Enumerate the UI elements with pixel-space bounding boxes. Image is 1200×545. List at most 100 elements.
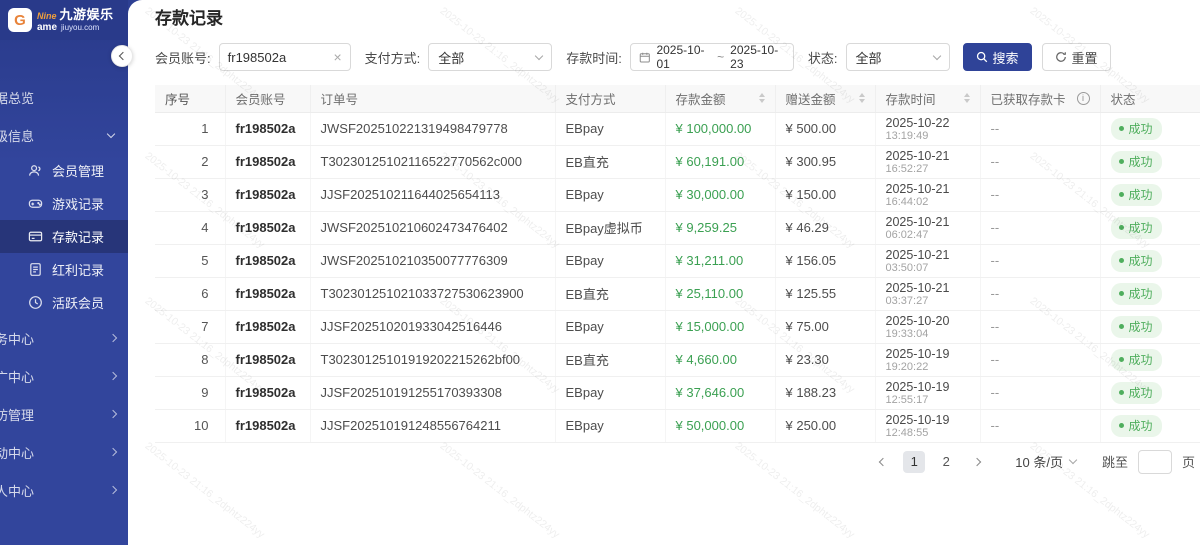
status-badge: 成功 [1111,151,1162,173]
info-icon[interactable]: i [1077,92,1090,105]
table-row: 3fr198502aJJSF202510211644025654113EBpay… [155,178,1200,211]
cell-deposit-card: -- [980,277,1100,310]
cell-index: 2 [155,145,225,178]
cell-bonus-amount: ¥ 500.00 [775,112,875,145]
sidebar-item-active-members[interactable]: 活跃会员 [0,286,128,319]
cell-deposit-card: -- [980,145,1100,178]
sidebar-item-venue-management[interactable]: 坊管理 [0,395,128,433]
payment-method-value: 全部 [438,48,464,67]
cell-deposit-time: 2025-10-1919:20:22 [875,343,980,376]
cell-status: 成功 [1100,211,1200,244]
chevron-down-icon [932,51,940,59]
cell-payment-method: EB直充 [555,277,665,310]
sidebar: G Nine 九游娱乐 ame jiuyou.com 据总览 级信息 [0,0,128,545]
sidebar-item-label: 务中心 [0,329,34,348]
sort-icon[interactable] [759,93,765,103]
sidebar-item-member-management[interactable]: 会员管理 [0,154,128,187]
deposit-time-range-picker[interactable]: 2025-10-01 ~ 2025-10-23 [630,43,794,71]
reset-button[interactable]: 重置 [1042,43,1111,71]
sidebar-item-promotion-center[interactable]: 广中心 [0,357,128,395]
sidebar-item-label: 据总览 [0,88,34,107]
cell-index: 1 [155,112,225,145]
gamepad-icon [28,196,43,211]
jump-page-input[interactable] [1138,450,1172,474]
page-number-1[interactable]: 1 [903,451,925,473]
table-row: 8fr198502aT30230125101919202215262bf00EB… [155,343,1200,376]
payment-filter-label: 支付方式: [365,48,421,67]
column-header: 已获取存款卡i [980,85,1100,112]
next-page-button[interactable] [967,451,989,473]
cell-deposit-amount: ¥ 60,191.00 [665,145,775,178]
column-header[interactable]: 存款金额 [665,85,775,112]
column-header-label: 订单号 [321,89,359,108]
sort-icon[interactable] [964,93,970,103]
app-logo: G Nine 九游娱乐 ame jiuyou.com [0,0,128,40]
column-header[interactable]: 存款时间 [875,85,980,112]
sidebar-item-data-overview[interactable]: 据总览 [0,78,128,116]
cell-bonus-amount: ¥ 156.05 [775,244,875,277]
chevron-down-icon [107,129,115,137]
cell-index: 10 [155,409,225,442]
cell-status: 成功 [1100,409,1200,442]
sort-icon[interactable] [859,93,865,103]
cell-payment-method: EBpay [555,409,665,442]
date-range-end: 2025-10-23 [730,43,785,71]
chevron-left-icon [879,457,887,465]
column-header-label: 赠送金额 [786,89,836,108]
sidebar-item-deposit-records[interactable]: 存款记录 [0,220,128,253]
sidebar-nav: 据总览 级信息 会员管理 游戏记录 存款记录 红利记录 [0,40,128,509]
column-header-label: 序号 [165,89,190,108]
cell-deposit-amount: ¥ 37,646.00 [665,376,775,409]
status-badge: 成功 [1111,250,1162,272]
sidebar-item-bonus-records[interactable]: 红利记录 [0,253,128,286]
sidebar-item-label: 人中心 [0,481,34,500]
cell-payment-method: EB直充 [555,145,665,178]
time-filter-label: 存款时间: [566,48,622,67]
cell-account: fr198502a [225,277,310,310]
cell-payment-method: EBpay [555,178,665,211]
status-badge: 成功 [1111,118,1162,140]
sidebar-collapse-button[interactable] [111,45,133,67]
cell-account: fr198502a [225,376,310,409]
status-select[interactable]: 全部 [846,43,950,71]
logo-wordmark: Nine 九游娱乐 ame jiuyou.com [37,8,114,33]
cell-payment-method: EBpay [555,376,665,409]
table-row: 5fr198502aJWSF202510210350077776309EBpay… [155,244,1200,277]
cell-order-number: JWSF202510210350077776309 [310,244,555,277]
cell-bonus-amount: ¥ 46.29 [775,211,875,244]
sidebar-item-personal-center[interactable]: 人中心 [0,471,128,509]
cell-order-number: JJSF202510201933042516446 [310,310,555,343]
sidebar-item-finance-center[interactable]: 务中心 [0,319,128,357]
sidebar-item-label: 会员管理 [52,161,104,180]
clear-icon[interactable]: × [333,50,341,64]
payment-method-select[interactable]: 全部 [428,43,552,71]
sidebar-item-game-records[interactable]: 游戏记录 [0,187,128,220]
cell-deposit-amount: ¥ 9,259.25 [665,211,775,244]
status-badge: 成功 [1111,283,1162,305]
cell-account: fr198502a [225,211,310,244]
table-row: 1fr198502aJWSF202510221319498479778EBpay… [155,112,1200,145]
status-dot-icon [1119,390,1124,395]
sidebar-item-label: 级信息 [0,126,34,145]
column-header[interactable]: 赠送金额 [775,85,875,112]
cell-deposit-card: -- [980,343,1100,376]
page-size-select[interactable]: 10 条/页 [1015,452,1076,471]
table-row: 9fr198502aJJSF202510191255170393308EBpay… [155,376,1200,409]
cell-status: 成功 [1100,112,1200,145]
sidebar-item-label: 存款记录 [52,227,104,246]
prev-page-button[interactable] [871,451,893,473]
sidebar-item-activity-center[interactable]: 动中心 [0,433,128,471]
date-range-separator: ~ [717,50,724,64]
cell-account: fr198502a [225,178,310,211]
status-dot-icon [1119,192,1124,197]
cell-bonus-amount: ¥ 125.55 [775,277,875,310]
status-dot-icon [1119,423,1124,428]
chevron-right-icon [109,410,117,418]
search-button[interactable]: 搜索 [963,43,1032,71]
column-header-label: 会员账号 [236,89,286,108]
account-input[interactable]: fr198502a × [219,43,351,71]
cell-deposit-amount: ¥ 15,000.00 [665,310,775,343]
cell-deposit-time: 2025-10-2116:44:02 [875,178,980,211]
sidebar-item-level-info[interactable]: 级信息 [0,116,128,154]
page-number-2[interactable]: 2 [935,451,957,473]
